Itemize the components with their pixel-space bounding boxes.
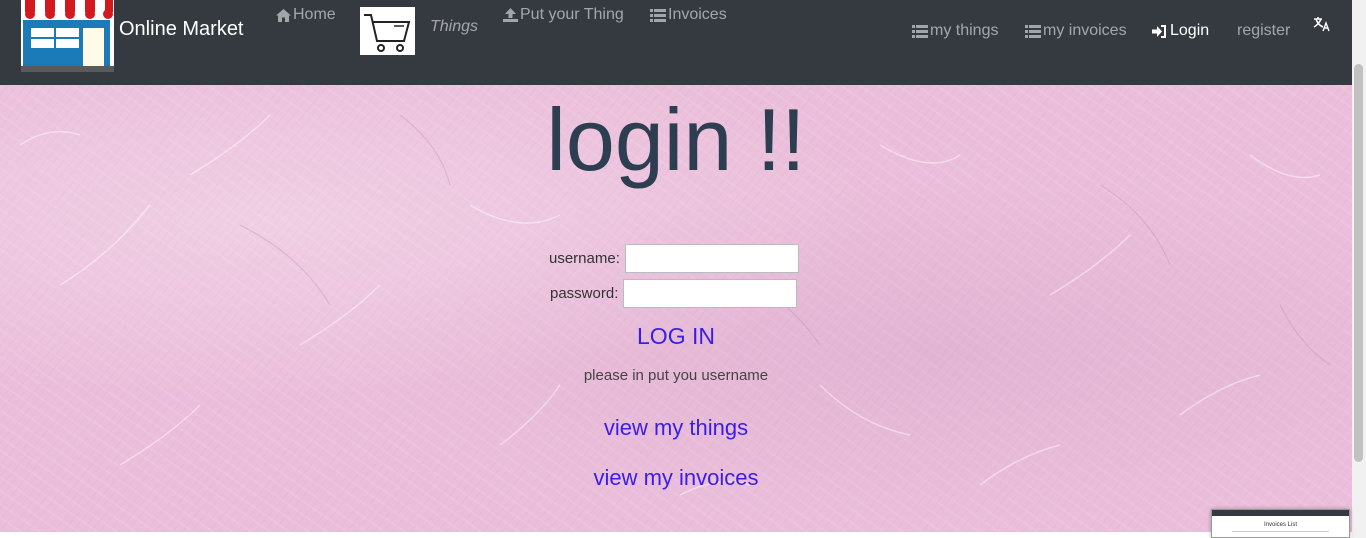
preview-navbar	[1212, 510, 1349, 516]
login-button[interactable]: LOG IN	[0, 323, 1352, 350]
top-navbar: Online Market Home Things Put your Thing…	[0, 0, 1352, 85]
login-page-content: login !! username: password: LOG IN plea…	[0, 85, 1352, 532]
home-icon	[276, 8, 291, 22]
nav-invoices-label: Invoices	[668, 6, 727, 23]
nav-put-thing[interactable]: Put your Thing	[503, 6, 624, 24]
store-logo-icon[interactable]	[21, 0, 114, 72]
nav-my-things[interactable]: my things	[912, 22, 998, 40]
login-hint-text: please in put you username	[583, 367, 769, 384]
nav-things[interactable]: Things	[430, 18, 478, 36]
preview-title: Invoices List	[1263, 522, 1297, 528]
password-input[interactable]	[623, 279, 798, 308]
nav-login-label: Login	[1170, 22, 1210, 39]
password-label: password:	[550, 285, 619, 302]
language-icon[interactable]	[1312, 14, 1330, 32]
view-my-invoices-link[interactable]: view my invoices	[0, 465, 1352, 491]
list-icon	[912, 24, 928, 38]
nav-register[interactable]: register	[1237, 22, 1290, 40]
list-icon	[1025, 24, 1041, 38]
username-input[interactable]	[624, 244, 799, 273]
preview-row	[1232, 531, 1329, 532]
scrollbar-thumb[interactable]	[1354, 64, 1363, 462]
brand-name[interactable]: Online Market	[119, 18, 244, 41]
nav-my-invoices[interactable]: my invoices	[1025, 22, 1127, 40]
username-row: username:	[549, 244, 799, 273]
view-my-things-link[interactable]: view my things	[0, 415, 1352, 441]
tab-preview-thumbnail[interactable]: Invoices List	[1211, 509, 1350, 538]
nav-home-label: Home	[293, 6, 336, 23]
nav-my-invoices-label: my invoices	[1043, 22, 1127, 39]
page-bottom	[0, 532, 1352, 538]
password-row: password:	[550, 279, 798, 308]
nav-home[interactable]: Home	[276, 6, 336, 24]
upload-icon	[503, 8, 518, 22]
nav-put-thing-label: Put your Thing	[520, 6, 624, 23]
login-icon	[1152, 24, 1166, 38]
page-title: login !!	[546, 90, 806, 189]
username-label: username:	[549, 250, 620, 267]
cart-icon[interactable]	[360, 7, 415, 55]
nav-login[interactable]: Login	[1152, 22, 1209, 40]
nav-invoices[interactable]: Invoices	[650, 6, 727, 24]
nav-register-label: register	[1237, 22, 1291, 39]
list-icon	[650, 8, 666, 22]
nav-my-things-label: my things	[930, 22, 999, 39]
